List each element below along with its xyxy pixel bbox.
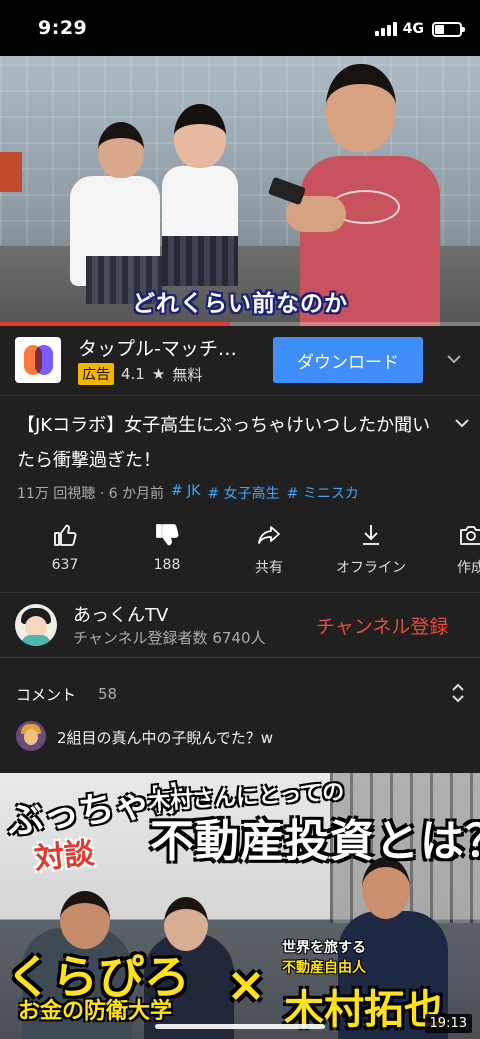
status-bar: 9:29 4G: [0, 0, 480, 56]
dislike-button[interactable]: 188: [122, 522, 212, 573]
ad-banner[interactable]: タップル-マッチ… 広告 4.1 ★ 無料 ダウンロード: [0, 326, 480, 396]
create-label: 作成: [457, 560, 480, 576]
video-title: 【JKコラボ】女子高生にぶっちゃけいつしたか聞いたら衝撃過ぎた！: [17, 415, 431, 471]
ad-badge: 広告: [78, 363, 114, 385]
video-meta: 11万 回視聴 · 6 か月前 # JK # 女子高生 # ミニスカ: [17, 483, 359, 503]
hashtag-link[interactable]: # 女子高生: [207, 483, 279, 503]
expand-collapse-icon[interactable]: [450, 682, 466, 704]
signal-icon: [374, 22, 397, 36]
star-icon: ★: [151, 365, 166, 383]
person-shape: [98, 122, 144, 178]
thumbnail-text: お金の防衛大学: [18, 999, 173, 1024]
download-icon: [363, 525, 379, 545]
like-count: 637: [51, 557, 79, 573]
share-button[interactable]: 共有: [224, 522, 314, 577]
create-button[interactable]: 作成: [426, 522, 480, 577]
comments-count: 58: [98, 685, 118, 703]
thumbnail-text: 対談: [32, 835, 97, 878]
like-button[interactable]: 637: [20, 522, 110, 573]
offline-button[interactable]: オフライン: [326, 522, 416, 577]
watch-content: タップル-マッチ… 広告 4.1 ★ 無料 ダウンロード 【JKコラボ】女子高生…: [0, 326, 480, 773]
thumbnail-text: 不動産自由人: [282, 960, 366, 976]
thumbs-up-icon: [54, 524, 77, 546]
hashtag-link[interactable]: # ミニスカ: [287, 483, 359, 503]
thumbs-down-icon: [156, 524, 179, 546]
download-button[interactable]: ダウンロード: [273, 337, 423, 383]
video-player[interactable]: どれくらい前なのか: [0, 56, 480, 326]
chevron-down-icon[interactable]: [445, 350, 463, 368]
expand-description-icon[interactable]: [454, 415, 470, 431]
status-indicators: 4G: [374, 20, 465, 38]
share-icon: [258, 526, 280, 544]
share-label: 共有: [255, 560, 283, 576]
commenter-avatar: [16, 721, 46, 751]
battery-icon: [432, 21, 465, 37]
dislike-count: 188: [153, 557, 181, 573]
view-count: 11万 回視聴 · 6 か月前: [17, 486, 164, 502]
channel-row[interactable]: あっくんTV チャンネル登録者数 6740人 チャンネル登録: [0, 592, 480, 658]
offline-label: オフライン: [336, 560, 406, 576]
home-indicator[interactable]: [155, 1024, 325, 1029]
person-shape: [162, 236, 238, 286]
hashtag-link[interactable]: # JK: [171, 483, 201, 503]
subscriber-count: チャンネル登録者数 6740人: [73, 629, 266, 647]
thumbnail-text: 世界を旅する: [282, 940, 366, 956]
ad-app-name: タップル-マッチ…: [78, 338, 237, 360]
thumbnail-text: ×: [226, 957, 267, 1013]
ad-price: 無料: [172, 365, 203, 384]
mailbox-shape: [0, 152, 22, 192]
next-video-thumbnail[interactable]: ぶっちゃけ 対談 木村さんにとっての 不動産投資とは？ くらぴろ お金の防衛大学…: [0, 773, 480, 1039]
network-type: 4G: [402, 21, 424, 37]
ad-meta: 広告 4.1 ★ 無料: [78, 363, 202, 385]
channel-name[interactable]: あっくんTV: [73, 601, 168, 627]
action-bar: 637 188 共有 オフライン 作成: [0, 516, 480, 586]
subscribe-button[interactable]: チャンネル登録: [316, 612, 448, 639]
video-duration-badge: 19:13: [424, 1014, 472, 1033]
person-shape: [174, 104, 226, 168]
battery-level: [435, 24, 445, 34]
ad-rating: 4.1: [121, 365, 145, 383]
status-time: 9:29: [38, 17, 88, 39]
video-title-area[interactable]: 【JKコラボ】女子高生にぶっちゃけいつしたか聞いたら衝撃過ぎた！ 11万 回視聴…: [0, 397, 480, 512]
channel-avatar[interactable]: [15, 604, 57, 646]
person-shape: [326, 64, 396, 152]
comments-section[interactable]: コメント 58 2組目の真ん中の子睨んでた？w: [0, 658, 480, 773]
comments-label: コメント: [16, 686, 77, 704]
app-logo-icon: [15, 337, 61, 383]
camera-icon: [460, 526, 480, 545]
top-comment: 2組目の真ん中の子睨んでた？w: [57, 729, 274, 747]
thumbnail-title: 不動産投資とは？: [150, 816, 480, 867]
video-caption: どれくらい前なのか: [132, 291, 348, 317]
